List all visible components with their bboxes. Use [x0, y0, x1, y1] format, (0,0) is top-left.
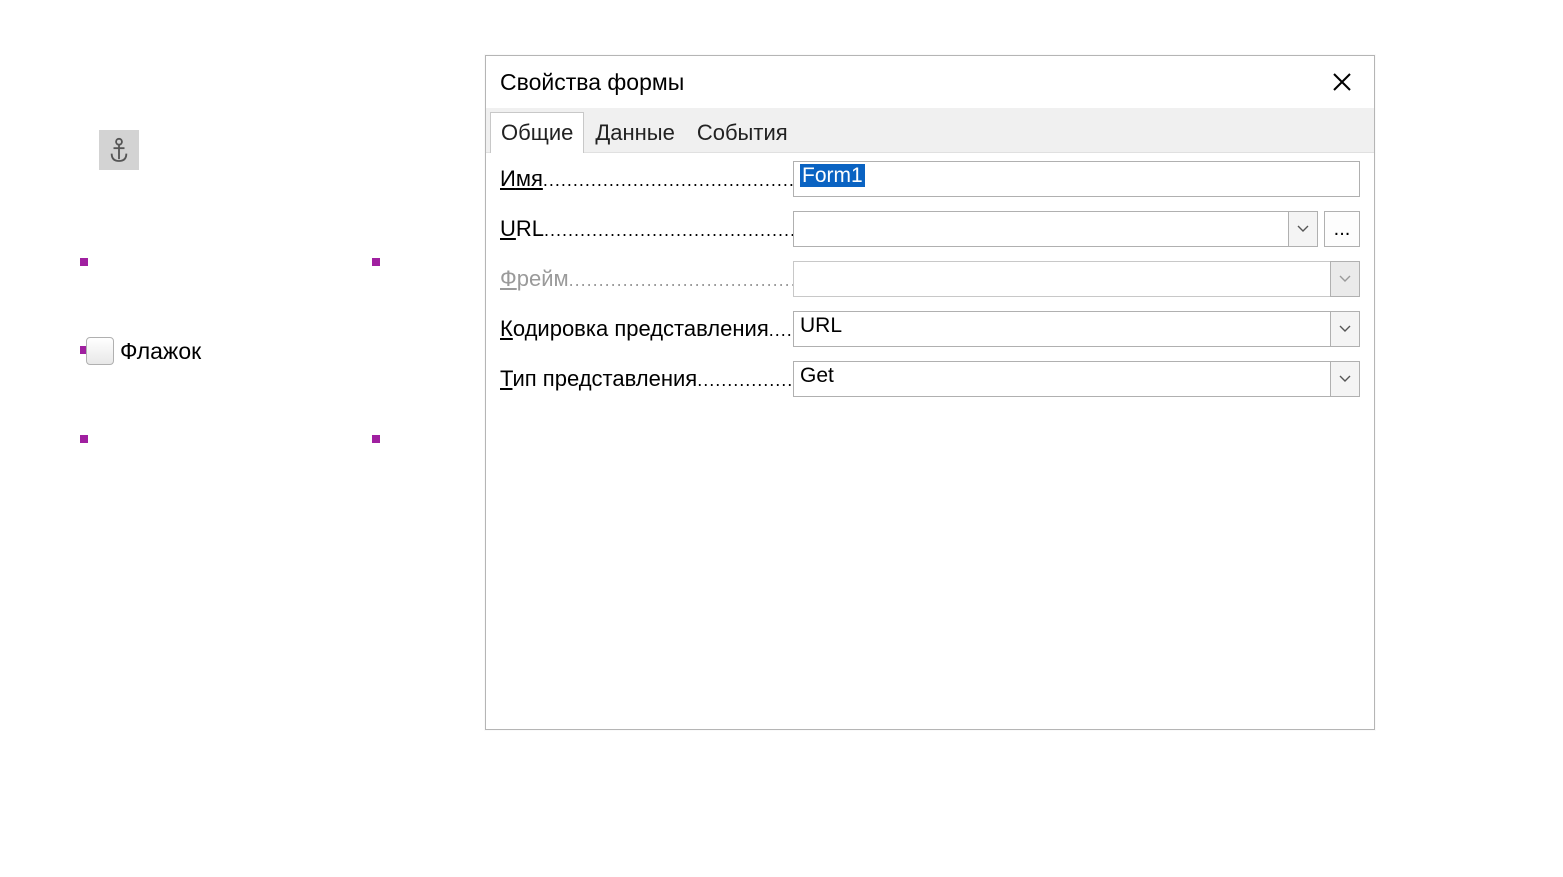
- row-name: Имя Form1: [500, 161, 1360, 197]
- chevron-down-icon: [1339, 375, 1351, 383]
- label-frame: Фрейм: [500, 266, 793, 292]
- row-encoding: Кодировка представления URL: [500, 311, 1360, 347]
- name-input[interactable]: Form1: [793, 161, 1360, 197]
- label-name: Имя: [500, 166, 793, 192]
- dialog-titlebar[interactable]: Свойства формы: [486, 56, 1374, 108]
- label-encoding: Кодировка представления: [500, 316, 793, 342]
- anchor-svg: [108, 137, 130, 163]
- encoding-dropdown-button[interactable]: [1330, 311, 1360, 347]
- selection-handle[interactable]: [80, 435, 88, 443]
- selection-handle[interactable]: [80, 258, 88, 266]
- chevron-down-icon: [1297, 225, 1309, 233]
- submit-type-input[interactable]: Get: [793, 361, 1331, 397]
- encoding-input[interactable]: URL: [793, 311, 1331, 347]
- frame-input: [793, 261, 1331, 297]
- tab-content: Имя Form1 URL ... Фрейм: [486, 152, 1374, 729]
- tab-general[interactable]: Общие: [490, 112, 584, 153]
- selection-handle[interactable]: [372, 258, 380, 266]
- tab-events[interactable]: События: [686, 112, 799, 153]
- url-dropdown-button[interactable]: [1288, 211, 1318, 247]
- url-browse-button[interactable]: ...: [1324, 211, 1360, 247]
- url-input[interactable]: [793, 211, 1289, 247]
- dialog-title: Свойства формы: [500, 69, 1324, 96]
- row-frame: Фрейм: [500, 261, 1360, 297]
- label-submit-type: Тип представления: [500, 366, 793, 392]
- close-icon: [1332, 72, 1352, 92]
- form-properties-dialog: Свойства формы Общие Данные События Имя …: [485, 55, 1375, 730]
- chevron-down-icon: [1339, 325, 1351, 333]
- submit-type-dropdown-button[interactable]: [1330, 361, 1360, 397]
- selection-handle[interactable]: [372, 435, 380, 443]
- checkbox-icon[interactable]: [86, 337, 114, 365]
- tab-data[interactable]: Данные: [584, 112, 685, 153]
- anchor-icon: [99, 130, 139, 170]
- label-url: URL: [500, 216, 793, 242]
- tabstrip: Общие Данные События: [486, 108, 1374, 152]
- row-url: URL ...: [500, 211, 1360, 247]
- row-submit-type: Тип представления Get: [500, 361, 1360, 397]
- checkbox-label: Флажок: [120, 338, 201, 365]
- chevron-down-icon: [1339, 275, 1351, 283]
- frame-dropdown-button: [1330, 261, 1360, 297]
- form-checkbox-control[interactable]: Флажок: [86, 337, 201, 365]
- close-button[interactable]: [1324, 64, 1360, 100]
